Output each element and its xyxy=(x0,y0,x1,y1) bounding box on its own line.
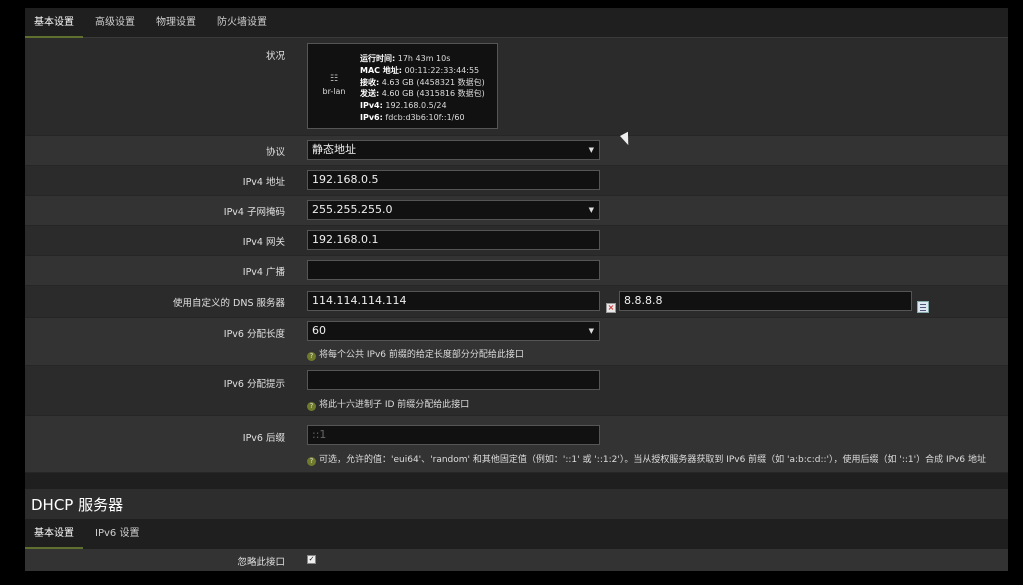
dhcp-tabbar: 基本设置 IPv6 设置 xyxy=(25,519,1008,549)
status-uptime: 运行时间: 17h 43m 10s xyxy=(360,54,451,63)
ignore-interface-row: 忽略此接口 ✓ xyxy=(25,549,1008,571)
ipv4-address-input[interactable]: 192.168.0.5 xyxy=(307,170,600,190)
ipv6-suffix-label: IPv6 后缀 xyxy=(242,433,285,444)
protocol-select[interactable]: 静态地址 ▼ xyxy=(307,140,600,160)
add-entry-icon[interactable] xyxy=(917,301,929,313)
ipv4-broadcast-row: IPv4 广播 xyxy=(25,256,1008,286)
tab-basic-settings[interactable]: 基本设置 xyxy=(25,8,83,38)
ipv4-address-label: IPv4 地址 xyxy=(242,177,285,188)
status-rx: 接收: 4.63 GB (4458321 数据包) xyxy=(360,77,485,87)
remove-entry-icon[interactable]: × xyxy=(606,303,616,313)
dropdown-arrow-icon: ▼ xyxy=(588,327,594,335)
ipv6-assign-length-select[interactable]: 60 ▼ xyxy=(307,321,600,341)
ipv6-assign-hint-hint: ? 将此十六进制子 ID 前缀分配给此接口 xyxy=(307,397,469,411)
ipv6-assign-hint-label: IPv6 分配提示 xyxy=(223,379,285,390)
ipv6-assign-length-row: IPv6 分配长度 60 ▼ ? 将每个公共 IPv6 前缀的给定长度部分分配给此… xyxy=(25,318,1008,366)
ipv4-netmask-row: IPv4 子网掩码 255.255.255.0 ▼ xyxy=(25,196,1008,226)
ipv6-suffix-row: IPv6 后缀 ::1 ? 可选，允许的值：'eui64'、'random' 和其… xyxy=(25,416,1008,473)
dhcp-tab-basic-settings[interactable]: 基本设置 xyxy=(25,519,83,549)
info-icon: ? xyxy=(307,352,316,361)
dhcp-section-header: DHCP 服务器 xyxy=(25,489,1008,519)
status-ipv4: IPv4: 192.168.0.5/24 xyxy=(360,101,447,111)
ignore-interface-label: 忽略此接口 xyxy=(237,557,285,568)
interface-config-panel: 基本设置 高级设置 物理设置 防火墙设置 状况 ☷ br-lan 运行时间: 1… xyxy=(25,8,1008,571)
ipv6-suffix-input[interactable]: ::1 xyxy=(307,425,600,445)
dropdown-arrow-icon: ▼ xyxy=(588,206,594,214)
ipv4-broadcast-label: IPv4 广播 xyxy=(242,267,285,278)
bridge-icon: ☷ xyxy=(329,74,339,84)
status-box: ☷ br-lan 运行时间: 17h 43m 10s MAC 地址: 00:11… xyxy=(307,43,498,129)
status-label: 状况 xyxy=(265,51,285,62)
tab-firewall-settings[interactable]: 防火墙设置 xyxy=(208,8,276,38)
status-tx: 发送: 4.60 GB (4315816 数据包) xyxy=(360,89,485,99)
dhcp-section-title: DHCP 服务器 xyxy=(31,496,124,514)
ipv4-broadcast-input[interactable] xyxy=(307,260,600,280)
ipv4-gateway-input[interactable]: 192.168.0.1 xyxy=(307,230,600,250)
ipv4-netmask-select[interactable]: 255.255.255.0 ▼ xyxy=(307,200,600,220)
screen-frame: 基本设置 高级设置 物理设置 防火墙设置 状况 ☷ br-lan 运行时间: 1… xyxy=(0,0,1023,585)
ipv4-gateway-label: IPv4 网关 xyxy=(242,237,285,248)
ipv6-assign-hint-row: IPv6 分配提示 ? 将此十六进制子 ID 前缀分配给此接口 xyxy=(25,366,1008,416)
interface-tabbar: 基本设置 高级设置 物理设置 防火墙设置 xyxy=(25,8,1008,38)
dns-label: 使用自定义的 DNS 服务器 xyxy=(173,298,285,309)
tab-physical-settings[interactable]: 物理设置 xyxy=(147,8,205,38)
ipv6-assign-length-hint: ? 将每个公共 IPv6 前缀的给定长度部分分配给此接口 xyxy=(307,347,524,361)
info-icon: ? xyxy=(307,457,316,466)
ipv6-assign-hint-input[interactable] xyxy=(307,370,600,390)
dhcp-tab-ipv6-settings[interactable]: IPv6 设置 xyxy=(86,519,148,549)
protocol-label: 协议 xyxy=(265,147,285,158)
status-ipv6: IPv6: fdcb:d3b6:10f::1/60 xyxy=(360,112,465,122)
status-mac: MAC 地址: 00:11:22:33:44:55 xyxy=(360,65,480,75)
tab-advanced-settings[interactable]: 高级设置 xyxy=(86,8,144,38)
interface-badge: ☷ br-lan xyxy=(322,74,346,96)
ignore-interface-checkbox[interactable]: ✓ xyxy=(307,555,316,564)
protocol-row: 协议 静态地址 ▼ xyxy=(25,136,1008,166)
ipv6-suffix-hint: ? 可选，允许的值：'eui64'、'random' 和其他固定值（例如：'::1… xyxy=(307,452,986,466)
dns-row: 使用自定义的 DNS 服务器 114.114.114.114 8.8.8.8 xyxy=(25,286,1008,318)
dns-server-input-2[interactable]: 8.8.8.8 xyxy=(619,291,912,311)
section-gap xyxy=(25,473,1008,489)
ipv4-address-row: IPv4 地址 192.168.0.5 xyxy=(25,166,1008,196)
ipv4-gateway-row: IPv4 网关 192.168.0.1 xyxy=(25,226,1008,256)
status-lines: 运行时间: 17h 43m 10s MAC 地址: 00:11:22:33:44… xyxy=(360,53,485,124)
dns-server-input-1[interactable]: 114.114.114.114 xyxy=(307,291,600,311)
ipv6-assign-length-label: IPv6 分配长度 xyxy=(223,329,285,340)
info-icon: ? xyxy=(307,402,316,411)
interface-name: br-lan xyxy=(322,87,346,96)
dropdown-arrow-icon: ▼ xyxy=(588,146,594,154)
status-row: 状况 xyxy=(25,38,1008,136)
ipv4-netmask-label: IPv4 子网掩码 xyxy=(223,207,285,218)
